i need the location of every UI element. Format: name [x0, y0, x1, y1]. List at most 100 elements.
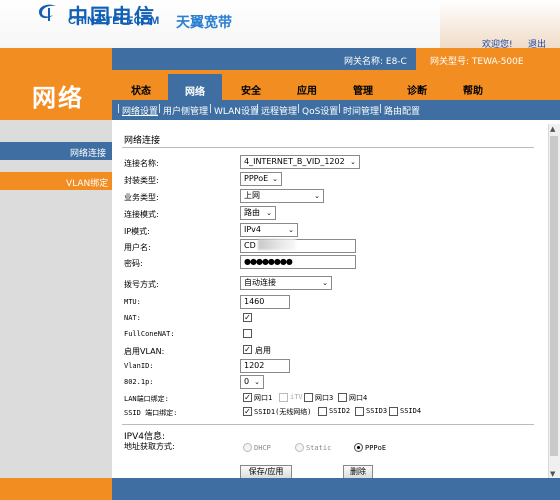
tab-network[interactable]: 网络: [168, 74, 222, 100]
chevron-down-icon: ⌄: [314, 192, 320, 200]
static-radio: [295, 443, 304, 452]
section-divider: [122, 424, 534, 425]
ssid3-label: SSID3: [366, 407, 388, 415]
subnav-network-settings[interactable]: 网络设置: [122, 104, 158, 117]
subnav-wlan[interactable]: WLAN设置: [214, 104, 259, 117]
subnav-separator: |: [338, 104, 342, 114]
delete-button[interactable]: 删除: [343, 465, 373, 479]
password-input[interactable]: ●●●●●●●●: [240, 255, 356, 269]
lan-port-itv-label: iTV: [290, 393, 303, 401]
pppoe-label: PPPoE: [365, 444, 387, 452]
subnav-remote[interactable]: 远程管理: [261, 104, 297, 117]
dot1p-select[interactable]: 0 ⌄: [240, 375, 264, 389]
chevron-down-icon: ⌄: [288, 226, 294, 234]
lan-port-4-checkbox[interactable]: [338, 393, 347, 402]
enable-vlan-text: 启用: [255, 346, 271, 355]
subnav-separator: |: [379, 104, 383, 114]
enable-vlan-label: 启用VLAN:: [124, 347, 165, 356]
lan-port-itv-checkbox: [279, 393, 288, 402]
vlan-id-value: 1202: [244, 361, 265, 370]
gateway-name: 网关名称: E8-C: [344, 57, 407, 67]
sidebar-item-label: VLAN绑定: [66, 179, 109, 189]
china-telecom-logo-icon: [39, 4, 56, 21]
pppoe-radio[interactable]: [354, 443, 363, 452]
tab-status[interactable]: 状态: [114, 80, 168, 100]
vlan-id-label: VlanID:: [124, 362, 154, 370]
dot1p-value: 0: [244, 377, 250, 386]
encapsulation-label: 封装类型:: [124, 176, 159, 185]
ssid4-label: SSID4: [400, 407, 422, 415]
dhcp-radio: [243, 443, 252, 452]
full-cone-nat-checkbox[interactable]: [243, 329, 252, 338]
subnav-user-side[interactable]: 用户侧管理: [163, 104, 208, 117]
form-section-title: 网络连接: [124, 136, 161, 146]
full-cone-nat-label: FullConeNAT:: [124, 330, 175, 338]
redacted-blur: [258, 239, 296, 250]
scrollbar-thumb[interactable]: [550, 136, 558, 456]
connection-name-select[interactable]: 4_INTERNET_B_VID_1202 ⌄: [240, 155, 360, 169]
tab-management[interactable]: 管理: [336, 80, 390, 100]
connection-mode-label: 连接模式:: [124, 210, 159, 219]
tab-help[interactable]: 帮助: [446, 80, 500, 100]
chevron-down-icon: ⌄: [350, 158, 356, 166]
tab-application[interactable]: 应用: [280, 80, 334, 100]
lan-port-3-checkbox[interactable]: [304, 393, 313, 402]
password-value: ●●●●●●●●: [244, 257, 293, 266]
scroll-up-arrow-icon[interactable]: ▲: [550, 125, 555, 133]
addr-method-label: 地址获取方式:: [124, 442, 175, 451]
subnav-route[interactable]: 路由配置: [384, 104, 420, 117]
nat-checkbox[interactable]: [243, 313, 252, 322]
ssid1-checkbox[interactable]: [243, 407, 252, 416]
brand-logo-text: 天翼宽带: [176, 15, 232, 31]
gateway-model: 网关型号: TEWA-500E: [430, 57, 524, 67]
connection-name-value: 4_INTERNET_B_VID_1202: [244, 157, 345, 166]
service-type-select[interactable]: 上网 ⌄: [240, 189, 324, 203]
subnav-separator: |: [209, 104, 213, 114]
subnav-qos[interactable]: QoS设置: [302, 104, 338, 117]
ssid2-label: SSID2: [329, 407, 351, 415]
vlan-id-input[interactable]: 1202: [240, 359, 290, 373]
dhcp-label: DHCP: [254, 444, 271, 452]
enable-vlan-checkbox[interactable]: [243, 345, 252, 354]
dial-mode-label: 拨号方式:: [124, 280, 159, 289]
section-divider: [122, 147, 534, 148]
username-value: CD: [244, 241, 256, 250]
mtu-value: 1460: [244, 297, 265, 306]
lan-port-3-label: 网口3: [315, 394, 334, 402]
ssid1-label: SSID1(无线网络): [254, 408, 312, 416]
lan-port-4-label: 网口4: [349, 394, 368, 402]
ssid4-checkbox[interactable]: [389, 407, 398, 416]
dial-mode-select[interactable]: 自动连接 ⌄: [240, 276, 332, 290]
scroll-down-arrow-icon[interactable]: ▼: [550, 470, 555, 478]
ip-mode-select[interactable]: IPv4 ⌄: [240, 223, 298, 237]
ssid2-checkbox[interactable]: [318, 407, 327, 416]
mtu-label: MTU:: [124, 298, 141, 306]
ssid3-checkbox[interactable]: [355, 407, 364, 416]
connection-name-label: 连接名称:: [124, 159, 159, 168]
subnav-time[interactable]: 时间管理: [343, 104, 379, 117]
lan-bind-label: LAN端口绑定:: [124, 395, 169, 403]
lan-port-1-label: 网口1: [254, 394, 273, 402]
mtu-input[interactable]: 1460: [240, 295, 290, 309]
static-label: Static: [306, 444, 332, 452]
sidebar-item-label: 网络连接: [70, 149, 107, 159]
service-type-value: 上网: [244, 191, 260, 200]
save-apply-button[interactable]: 保存/应用: [240, 465, 292, 479]
connection-mode-select[interactable]: 路由 ⌄: [240, 206, 276, 220]
section-title: 网络: [32, 84, 84, 112]
ip-mode-label: IP模式:: [124, 227, 150, 236]
dot1p-label: 802.1p:: [124, 378, 154, 386]
encapsulation-value: PPPoE: [244, 174, 269, 183]
chevron-down-icon: ⌄: [272, 175, 278, 183]
chevron-down-icon: ⌄: [322, 279, 328, 287]
encapsulation-select[interactable]: PPPoE ⌄: [240, 172, 282, 186]
tab-security[interactable]: 安全: [224, 80, 278, 100]
subnav-separator: |: [256, 104, 260, 114]
dial-mode-value: 自动连接: [244, 278, 276, 287]
ip-mode-value: IPv4: [244, 225, 262, 234]
logo-english-text: CHINA TELECOM: [68, 15, 160, 27]
tab-diagnostics[interactable]: 诊断: [390, 80, 444, 100]
subnav-separator: |: [297, 104, 301, 114]
lan-port-1-checkbox[interactable]: [243, 393, 252, 402]
ssid-bind-label: SSID 端口绑定:: [124, 409, 178, 417]
